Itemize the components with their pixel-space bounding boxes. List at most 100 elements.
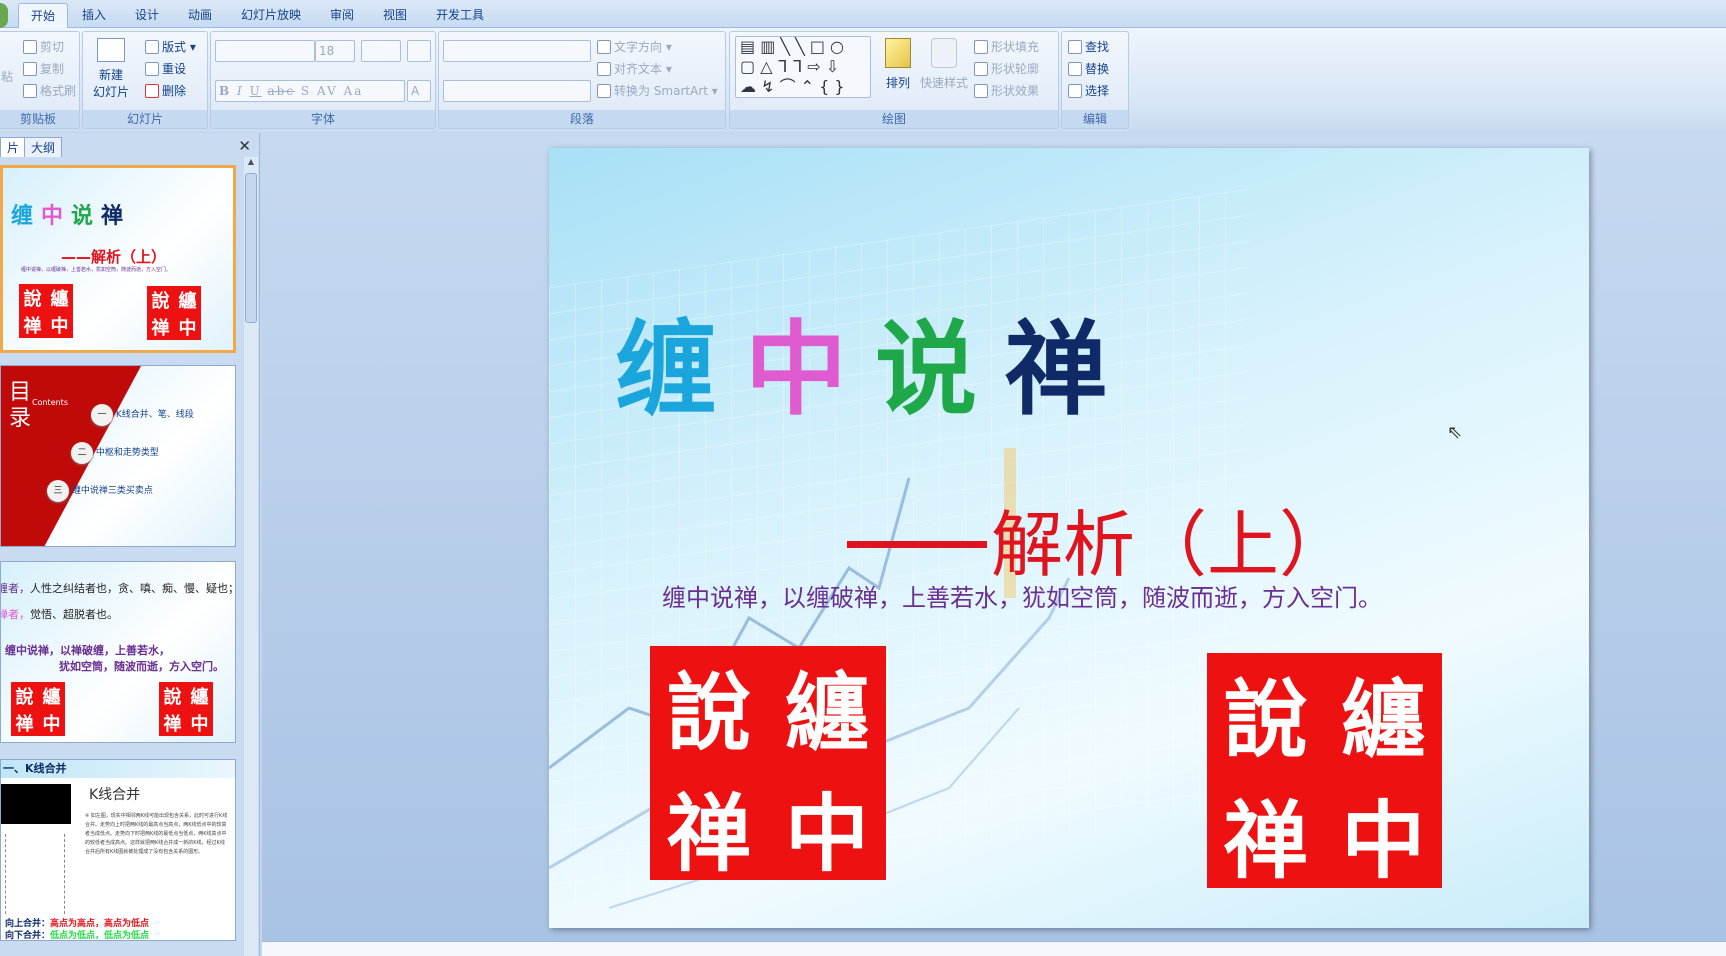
mouse-cursor-icon: ⇖ bbox=[1447, 422, 1463, 443]
thumb-line-2: 禅者，觉悟、超脱者也。 bbox=[0, 606, 118, 622]
slide-thumbnail-1[interactable]: 缠中说禅 ——解析（上） 缠中说禅，以缠破禅，上善若水，犹如空筒，随波而逝，方入… bbox=[0, 165, 236, 353]
replace-button[interactable]: 替换 bbox=[1068, 60, 1109, 77]
layout-label: 版式 bbox=[162, 40, 187, 54]
shapes-gallery[interactable]: ▤ ▥ ╲ ╲ □ ○ ▢ △ ᒣ ᒣ ⇨ ⇩ ☁ ↯ ⌒ ⌃ { } bbox=[735, 36, 871, 98]
seal-char: 禅 bbox=[163, 713, 182, 735]
scroll-up-icon[interactable]: ▲ bbox=[244, 157, 258, 166]
slide-thumbnail-2[interactable]: 目录 Contents 一 K线合并、笔、线段 二 中枢和走势类型 三 缠中说禅… bbox=[0, 365, 236, 547]
delete-slide-button[interactable]: 删除 bbox=[145, 82, 186, 99]
scroll-thumb[interactable] bbox=[245, 173, 257, 323]
text-direction-button[interactable]: 文字方向 ▾ bbox=[597, 38, 672, 55]
shape-outline-button[interactable]: 形状轮廓 bbox=[974, 60, 1039, 77]
toc-item: 二 中枢和走势类型 bbox=[71, 442, 159, 464]
tab-animation[interactable]: 动画 bbox=[176, 3, 224, 28]
smartart-button[interactable]: 转换为 SmartArt ▾ bbox=[597, 82, 718, 99]
strikethrough-button[interactable]: abc bbox=[268, 84, 296, 98]
reset-button[interactable]: 重设 bbox=[145, 60, 186, 77]
quick-styles-icon bbox=[931, 38, 957, 68]
tab-outline[interactable]: 大纲 bbox=[24, 137, 63, 157]
seal-char: 纏 bbox=[42, 686, 61, 708]
thumb-text: 人性之纠结者也，贪、嗔、痴、慢、疑也； bbox=[30, 582, 236, 595]
find-button[interactable]: 查找 bbox=[1068, 38, 1109, 55]
subtitle-text: 解析（上） bbox=[991, 503, 1352, 587]
paste-button[interactable]: 粘 bbox=[1, 68, 13, 85]
rule-label: 向下合并： bbox=[5, 931, 51, 941]
tab-slideshow[interactable]: 幻灯片放映 bbox=[229, 3, 313, 28]
tab-slides[interactable]: 片 bbox=[0, 137, 27, 157]
select-button[interactable]: 选择 bbox=[1068, 82, 1109, 99]
align-text-button[interactable]: 对齐文本 ▾ bbox=[597, 60, 672, 77]
font-color-button[interactable]: A bbox=[407, 80, 431, 102]
seal-char: 中 bbox=[1341, 791, 1426, 890]
subtitle-dash bbox=[847, 541, 987, 548]
quick-styles-button[interactable]: 快速样式 bbox=[916, 38, 972, 91]
ribbon: 粘 剪切 复制 格式刷 剪贴板 新建 幻灯片 版式 ▾ 重设 删除 幻灯片 18… bbox=[0, 28, 1726, 132]
shape-outline-label: 形状轮廓 bbox=[991, 62, 1040, 76]
layout-button[interactable]: 版式 ▾ bbox=[145, 38, 196, 55]
thumb-seal: 說纏禅中 bbox=[147, 286, 201, 340]
group-paragraph: 文字方向 ▾ 对齐文本 ▾ 转换为 SmartArt ▾ 段落 bbox=[438, 31, 726, 129]
italic-button[interactable]: I bbox=[237, 84, 244, 98]
close-panel-icon[interactable]: ✕ bbox=[238, 137, 251, 155]
shadow-button[interactable]: S bbox=[301, 84, 311, 98]
clear-format-button[interactable] bbox=[407, 40, 431, 62]
fill-icon bbox=[974, 40, 988, 54]
effects-icon bbox=[974, 84, 988, 98]
bold-button[interactable]: B bbox=[219, 84, 231, 98]
tab-view[interactable]: 视图 bbox=[371, 3, 419, 28]
slide-subtitle: 解析（上） bbox=[847, 486, 1351, 591]
thumb-key: 禅者， bbox=[0, 608, 30, 621]
seal-char: 說 bbox=[1223, 670, 1308, 769]
list-indent-buttons[interactable] bbox=[443, 40, 591, 62]
tab-review[interactable]: 审阅 bbox=[318, 3, 366, 28]
tab-design[interactable]: 设计 bbox=[123, 3, 171, 28]
arrange-button[interactable]: 排列 bbox=[880, 38, 916, 91]
tab-insert[interactable]: 插入 bbox=[70, 3, 118, 28]
slide-canvas[interactable]: 缠中说禅 解析（上） 缠中说禅，以缠破禅，上善若水，犹如空筒，随波而逝，方入空门… bbox=[549, 148, 1589, 928]
tab-home[interactable]: 开始 bbox=[18, 3, 69, 28]
delete-label: 删除 bbox=[162, 84, 187, 98]
title-char: 中 bbox=[745, 311, 875, 430]
replace-label: 替换 bbox=[1085, 62, 1110, 76]
seal-char: 纏 bbox=[178, 290, 197, 312]
tab-developer[interactable]: 开发工具 bbox=[424, 3, 496, 28]
seal-char: 禅 bbox=[23, 315, 42, 337]
cursor-icon bbox=[1068, 84, 1082, 98]
slide-thumbnail-4[interactable]: 一、K线合并 K线合并 ※ 如左图，现实中相邻两K线可能出现包含关系，此时可进行… bbox=[0, 759, 236, 941]
title-char: 说 bbox=[875, 311, 1005, 430]
notes-pane[interactable] bbox=[262, 941, 1726, 956]
new-slide-button[interactable]: 新建 幻灯片 bbox=[93, 38, 129, 110]
seal-left[interactable]: 說纏禅中 bbox=[650, 646, 886, 883]
slide-thumbnail-3[interactable]: 缠者，人性之纠结者也，贪、嗔、痴、慢、疑也； 禅者，觉悟、超脱者也。 缠中说禅，… bbox=[0, 561, 236, 743]
panel-scrollbar[interactable]: ▲ bbox=[244, 157, 258, 956]
seal-char: 中 bbox=[784, 784, 869, 883]
seal-char: 說 bbox=[23, 288, 42, 310]
office-button[interactable] bbox=[0, 3, 8, 28]
underline-button[interactable]: U bbox=[250, 84, 262, 98]
shape-fill-button[interactable]: 形状填充 bbox=[974, 38, 1039, 55]
font-size-select[interactable]: 18 bbox=[315, 40, 355, 62]
thumb-title-char: 说 bbox=[71, 204, 102, 229]
font-grow-shrink-buttons[interactable] bbox=[361, 40, 401, 62]
font-format-buttons[interactable]: B I U abc S AV Aa bbox=[215, 80, 405, 102]
delete-icon bbox=[145, 84, 159, 98]
arrange-label: 排列 bbox=[885, 76, 910, 90]
seal-right[interactable]: 說纏禅中 bbox=[1207, 653, 1442, 890]
seal-char: 說 bbox=[151, 290, 170, 312]
alignment-buttons[interactable] bbox=[443, 80, 591, 102]
format-painter-button[interactable]: 格式刷 bbox=[23, 82, 76, 99]
copy-button[interactable]: 复制 bbox=[23, 60, 64, 77]
change-case-button[interactable]: Aa bbox=[344, 84, 364, 98]
new-slide-label: 新建 bbox=[98, 68, 123, 82]
seal-char: 纏 bbox=[50, 288, 69, 310]
thumb-kline-image bbox=[1, 784, 71, 824]
seal-char: 禅 bbox=[666, 784, 751, 883]
rule-text: 低点为低点，低点为低点 bbox=[50, 931, 150, 941]
quick-styles-label: 快速样式 bbox=[919, 76, 968, 90]
font-name-select[interactable] bbox=[215, 40, 315, 62]
cut-label: 剪切 bbox=[40, 40, 65, 54]
thumb-key: 缠者， bbox=[0, 582, 30, 595]
shape-effects-button[interactable]: 形状效果 bbox=[974, 82, 1039, 99]
char-spacing-button[interactable]: AV bbox=[317, 84, 338, 98]
cut-button[interactable]: 剪切 bbox=[23, 38, 64, 55]
